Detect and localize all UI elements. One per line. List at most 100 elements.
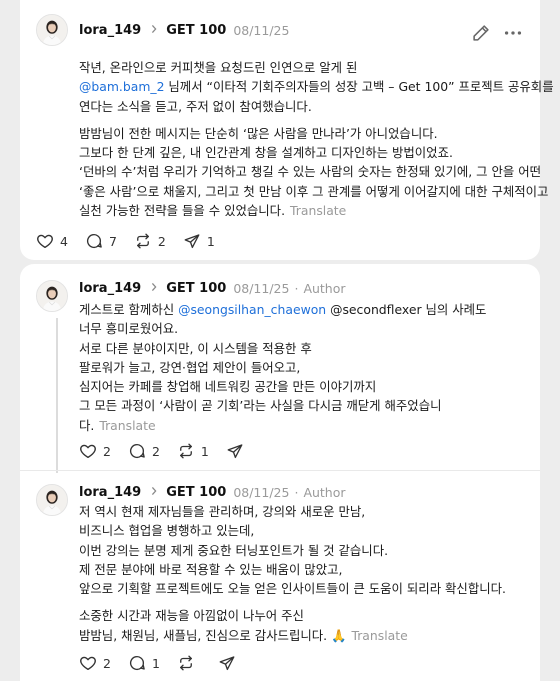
text-segment: 제 전문 분야에 바로 적용할 수 있는 배움이 많았고, (79, 561, 343, 577)
share-button[interactable] (218, 654, 242, 672)
text-line: 실천 가능한 전략을 들을 수 있었습니다. Translate (79, 201, 554, 220)
text-line: 앞으로 기획할 프로젝트에도 오늘 얻은 인사이트들이 큰 도움이 되리라 확신… (79, 579, 506, 598)
repost-icon (177, 654, 201, 672)
reply-button[interactable]: 2 (128, 442, 160, 460)
likes-count: 2 (103, 655, 111, 671)
more-options-icon[interactable] (502, 22, 524, 44)
comment-icon (128, 442, 152, 460)
post-paragraph: 소중한 시간과 재능을 아낌없이 나누어 주신 밤밤님, 채원님, 새플님, 진심… (79, 606, 506, 645)
avatar[interactable] (36, 484, 68, 516)
reply-button[interactable]: 1 (128, 654, 160, 672)
post-header: lora_149 GET 100 08/11/25 (79, 20, 289, 40)
heart-icon (79, 654, 103, 672)
like-button[interactable]: 4 (36, 232, 68, 250)
username-link[interactable]: lora_149 (79, 23, 141, 38)
text-line: ‘던바의 수’처럼 우리가 기억하고 챙길 수 있는 사람의 숫자는 한정돼 있… (79, 162, 554, 181)
text-segment: 실천 가능한 전략을 들을 수 있었습니다. (79, 203, 286, 219)
text-segment: 다. (79, 417, 95, 433)
text-segment: 이번 강의는 분명 제게 중요한 터닝포인트가 될 것 같습니다. (79, 542, 389, 558)
repost-icon (177, 442, 201, 460)
text-segment: 너무 흥미로웠어요. (79, 321, 179, 337)
send-icon (218, 654, 242, 672)
translate-link[interactable]: Translate (290, 203, 346, 218)
post-date: 08/11/25 (233, 22, 290, 38)
main-post: lora_149 GET 100 08/11/25 작년, 온라인으로 커피챗을 요청… (20, 0, 554, 260)
text-segment: ‘던바의 수’처럼 우리가 기억하고 챙길 수 있는 사람의 숫자는 한정돼 있… (79, 164, 541, 180)
reply-button[interactable]: 7 (85, 232, 117, 250)
text-segment: 그 모든 과정이 ‘사람이 곧 기회’라는 사실을 다시금 깨닫게 해주었습니 (79, 398, 442, 414)
text-line: 밤밤님, 채원님, 새플님, 진심으로 감사드립니다. 🙏 Translate (79, 626, 506, 645)
share-button[interactable]: 1 (183, 232, 215, 250)
text-line: 이번 강의는 분명 제게 중요한 터닝포인트가 될 것 같습니다. (79, 541, 506, 560)
username-link[interactable]: lora_149 (79, 485, 141, 500)
repost-button[interactable] (177, 654, 201, 672)
like-button[interactable]: 2 (79, 654, 111, 672)
avatar[interactable] (36, 280, 68, 312)
comment-icon (85, 232, 109, 250)
text-segment: @secondflexer 님의 사례도 (326, 302, 487, 317)
heart-icon (79, 442, 103, 460)
text-segment: 앞으로 기획할 프로젝트에도 오늘 얻은 인사이트들이 큰 도움이 되리라 확신… (79, 581, 506, 597)
reposts-count: 2 (157, 233, 166, 249)
text-segment: 밤밤님이 전한 메시지는 단순히 ‘많은 사람을 만나라’가 아니었습니다. (79, 125, 438, 141)
text-line: 팔로워가 늘고, 강연·협업 제안이 들어오고, (79, 358, 486, 377)
post-header: lora_149 GET 100 08/11/25 · Author (79, 278, 346, 298)
translate-link[interactable]: Translate (351, 628, 407, 643)
chevron-right-icon (150, 23, 158, 37)
chevron-right-icon (150, 485, 158, 499)
topic-tag-link[interactable]: GET 100 (166, 281, 226, 296)
heart-icon (36, 232, 60, 250)
post-paragraph: 밤밤님이 전한 메시지는 단순히 ‘많은 사람을 만나라’가 아니었습니다. 그보… (79, 124, 554, 220)
author-badge: Author (303, 484, 346, 500)
username-link[interactable]: lora_149 (79, 281, 141, 296)
likes-count: 4 (60, 233, 68, 249)
text-line: 서로 다른 분야이지만, 이 시스템을 적용한 후 (79, 339, 486, 358)
text-segment: 연다는 소식을 듣고, 주저 없이 참여했습니다. (79, 98, 312, 114)
post-date: 08/11/25 (233, 484, 290, 500)
mention-link[interactable]: @seongsilhan_chaewon (178, 302, 326, 317)
text-line: 그보다 한 단계 깊은, 내 인간관계 창을 설계하고 디자인하는 방법이었죠. (79, 143, 554, 162)
text-line: ‘좋은 사람’으로 채울지, 그리고 첫 만남 이후 그 관계를 어떻게 이어갈… (79, 182, 554, 201)
mention-link[interactable]: @bam.bam_2 (79, 79, 164, 94)
text-line: @bam.bam_2 님께서 “이타적 기회주의자들의 성장 고백 – Get … (79, 77, 554, 96)
send-icon (226, 442, 250, 460)
text-segment: 님께서 “이타적 기회주의자들의 성장 고백 – Get 100” 프로젝트 공… (164, 79, 554, 95)
text-line: 제 전문 분야에 바로 적용할 수 있는 배움이 많았고, (79, 560, 506, 579)
repost-button[interactable]: 2 (134, 232, 166, 250)
pencil-icon[interactable] (470, 22, 492, 44)
like-button[interactable]: 2 (79, 442, 111, 460)
text-segment: 그보다 한 단계 깊은, 내 인간관계 창을 설계하고 디자인하는 방법이었죠. (79, 145, 453, 161)
text-segment: 서로 다른 분야이지만, 이 시스템을 적용한 후 (79, 340, 312, 356)
comment-icon (128, 654, 152, 672)
post-paragraph: 저 역시 현재 제자님들을 관리하며, 강의와 새로운 만남, 비즈니스 협업을 … (79, 502, 506, 598)
avatar[interactable] (36, 14, 68, 46)
likes-count: 2 (103, 443, 111, 459)
text-segment: 저 역시 현재 제자님들을 관리하며, 강의와 새로운 만남, (79, 504, 366, 519)
translate-link[interactable]: Translate (99, 418, 155, 433)
repost-button[interactable]: 1 (177, 442, 209, 460)
replies-count: 1 (151, 655, 160, 671)
text-segment: ‘좋은 사람’으로 채울지, 그리고 첫 만남 이후 그 관계를 어떻게 이어갈… (79, 183, 549, 199)
post-body: 저 역시 현재 제자님들을 관리하며, 강의와 새로운 만남, 비즈니스 협업을 … (79, 502, 506, 653)
post-header: lora_149 GET 100 08/11/25 · Author (79, 482, 346, 502)
action-bar: 4 7 2 1 (36, 231, 232, 251)
text-segment: 비즈니스 협업을 병행하고 있는데, (79, 523, 255, 539)
topic-tag-link[interactable]: GET 100 (166, 485, 226, 500)
text-segment: 작년, 온라인으로 커피챗을 요청드린 인연으로 알게 된 (79, 60, 358, 75)
topic-tag-link[interactable]: GET 100 (166, 23, 226, 38)
main-post-card: lora_149 GET 100 08/11/25 작년, 온라인으로 커피챗을 요청… (20, 0, 554, 260)
post-date: 08/11/25 (233, 280, 290, 296)
reply-post: lora_149 GET 100 08/11/25 · Author 게스트로 함께하신 … (20, 264, 540, 470)
author-badge: Author (303, 280, 346, 296)
repost-icon (134, 232, 158, 250)
text-line: 그 모든 과정이 ‘사람이 곧 기회’라는 사실을 다시금 깨닫게 해주었습니 (79, 396, 486, 415)
shares-count: 1 (206, 233, 215, 249)
share-button[interactable] (226, 442, 250, 460)
text-line: 다. Translate (79, 416, 486, 435)
action-bar: 2 2 1 (79, 441, 267, 461)
separator-dot: · (294, 280, 299, 296)
text-segment: 게스트로 함께하신 (79, 302, 179, 317)
replies-count: 7 (108, 233, 117, 249)
post-body: 게스트로 함께하신 @seongsilhan_chaewon @secondfl… (79, 300, 486, 443)
send-icon (183, 232, 207, 250)
